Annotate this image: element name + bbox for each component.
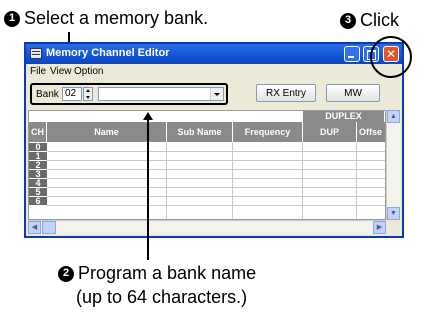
window-title: Memory Channel Editor [46, 47, 170, 59]
row-divider [47, 160, 385, 161]
callout-1-text: Select a memory bank. [24, 8, 209, 28]
callout-2-line2: (up to 64 characters.) [76, 287, 247, 308]
col-header-offset[interactable]: Offse [357, 122, 385, 142]
callout-2-text-line2: (up to 64 characters.) [76, 287, 248, 307]
callout-1: 1 Select a memory bank. [4, 8, 208, 29]
app-icon [30, 48, 42, 59]
callout-number-2: 2 [58, 265, 74, 282]
scroll-thumb[interactable] [42, 221, 56, 234]
row-divider [47, 151, 385, 152]
duplex-group-header: DUPLEX [303, 111, 385, 122]
callout-3: 3 Click [340, 10, 399, 31]
close-highlight-circle [370, 36, 412, 78]
scroll-right-icon[interactable]: ▶ [373, 221, 386, 234]
callout-number-1: 1 [4, 10, 20, 27]
horizontal-scrollbar[interactable]: ◀ ▶ [28, 220, 386, 234]
col-divider [232, 142, 233, 219]
col-header-sub-name[interactable]: Sub Name [167, 122, 233, 142]
menu-file[interactable]: File [30, 66, 46, 77]
memory-channel-editor-window: Memory Channel Editor ✕ File View Option… [24, 42, 404, 238]
minimize-button[interactable] [344, 46, 360, 62]
rx-entry-button[interactable]: RX Entry [256, 84, 316, 102]
menu-view[interactable]: View [50, 66, 72, 77]
bank-label: Bank [36, 89, 59, 100]
vertical-scrollbar[interactable]: ▲ ▼ [386, 110, 400, 220]
col-divider [302, 142, 303, 219]
scroll-up-icon[interactable]: ▲ [387, 110, 400, 123]
col-header-ch[interactable]: CH [29, 122, 47, 142]
bank-number-input[interactable]: 02 [62, 87, 82, 101]
menu-option[interactable]: Option [74, 66, 103, 77]
scroll-down-icon[interactable]: ▼ [387, 207, 400, 220]
row-divider [47, 169, 385, 170]
row-divider [47, 178, 385, 179]
bank-selector-group: Bank 02 [30, 83, 228, 105]
row-divider [47, 196, 385, 197]
row-header-6[interactable]: 6 [29, 197, 47, 206]
channel-table: DUPLEX CH Name Sub Name Frequency DUP Of… [28, 110, 386, 220]
callout-3-text: Click [360, 10, 399, 30]
col-header-frequency[interactable]: Frequency [233, 122, 303, 142]
dropdown-arrow-icon[interactable] [210, 88, 223, 100]
bank-name-combobox[interactable] [98, 87, 224, 101]
callout-2-text-line1: Program a bank name [78, 263, 257, 283]
bank-spinner[interactable] [83, 87, 93, 101]
col-divider [356, 142, 357, 219]
menu-bar: File View Option [26, 64, 402, 79]
col-header-name[interactable]: Name [47, 122, 167, 142]
header-spacer [29, 111, 303, 122]
col-divider [166, 142, 167, 219]
arrow-2-head [143, 112, 153, 120]
mw-button[interactable]: MW [326, 84, 380, 102]
row-divider [47, 187, 385, 188]
callout-2: 2 Program a bank name [58, 263, 256, 284]
arrow-2-line [147, 120, 149, 260]
col-header-dup[interactable]: DUP [303, 122, 357, 142]
callout-number-3: 3 [340, 12, 356, 29]
title-bar[interactable]: Memory Channel Editor ✕ [26, 44, 402, 64]
row-divider [47, 205, 385, 206]
scroll-left-icon[interactable]: ◀ [28, 221, 41, 234]
